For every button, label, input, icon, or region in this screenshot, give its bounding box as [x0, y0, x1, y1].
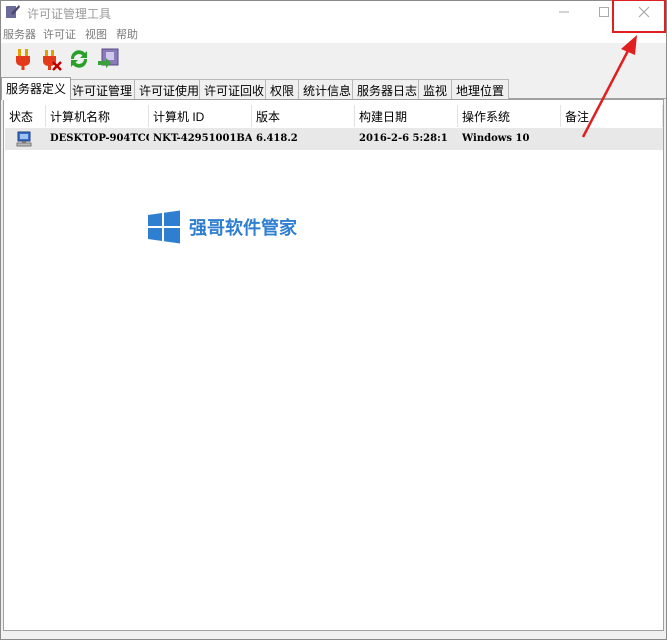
app-window: 许可证管理工具 服务器 许可证 视图 帮助 服务器定义 许可证管理 许可证使用 …: [0, 0, 667, 640]
cell-version: 6.418.2: [256, 133, 298, 144]
server-list-panel: 状态 计算机名称 计算机 ID 版本 构建日期 操作系统 备注 DESKTOP-…: [3, 99, 664, 631]
window-title: 许可证管理工具: [27, 7, 112, 21]
menu-server[interactable]: 服务器: [3, 26, 36, 42]
tab-geo-location[interactable]: 地理位置: [451, 79, 510, 99]
menu-view[interactable]: 视图: [85, 26, 107, 42]
disconnect-plug-icon[interactable]: [39, 47, 63, 71]
tab-permissions[interactable]: 权限: [265, 79, 300, 99]
export-icon[interactable]: [97, 47, 121, 71]
cell-build-date: 2016-2-6 5:28:1: [359, 133, 448, 144]
cell-id: NKT-42951001BA3: [153, 133, 252, 144]
refresh-icon[interactable]: [67, 47, 91, 71]
tab-statistics[interactable]: 统计信息: [298, 79, 357, 99]
column-header-status[interactable]: 状态: [5, 105, 46, 127]
column-header-name[interactable]: 计算机名称: [46, 105, 149, 127]
tab-server-definition[interactable]: 服务器定义: [1, 77, 72, 100]
column-header-id[interactable]: 计算机 ID: [149, 105, 252, 127]
menu-license[interactable]: 许可证: [43, 26, 76, 42]
tab-monitor[interactable]: 监视: [418, 79, 453, 99]
cell-os: Windows 10: [462, 133, 530, 144]
tab-license-usage[interactable]: 许可证使用: [134, 79, 205, 99]
menu-help[interactable]: 帮助: [116, 26, 138, 42]
tab-server-log[interactable]: 服务器日志: [352, 79, 423, 99]
watermark-text: 强哥软件管家: [189, 218, 297, 238]
column-header-os[interactable]: 操作系统: [458, 105, 561, 127]
cell-name: DESKTOP-904TCGO: [50, 133, 149, 144]
annotation-arrow-icon: [581, 35, 637, 138]
tab-license-recovery[interactable]: 许可证回收: [199, 79, 270, 99]
title-bar: 许可证管理工具: [1, 1, 666, 23]
annotation-highlight-box: [612, 0, 666, 33]
connect-plug-icon[interactable]: [11, 47, 35, 71]
watermark: 强哥软件管家: [147, 210, 297, 244]
tab-license-management[interactable]: 许可证管理: [67, 79, 138, 99]
app-icon: [5, 4, 21, 20]
windows-logo-icon: [148, 210, 180, 244]
computer-icon: [15, 130, 33, 148]
column-header-build-date[interactable]: 构建日期: [355, 105, 458, 127]
column-header-version[interactable]: 版本: [252, 105, 355, 127]
